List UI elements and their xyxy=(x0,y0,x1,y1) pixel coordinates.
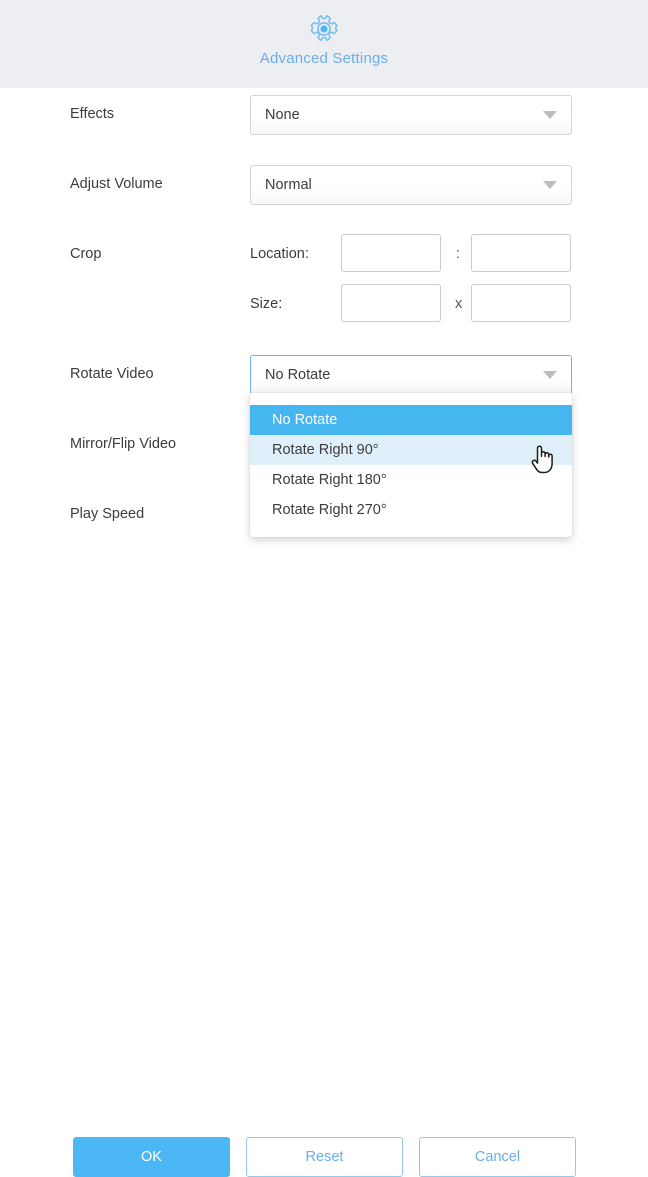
rotate-video-dropdown-panel[interactable]: No Rotate Rotate Right 90° Rotate Right … xyxy=(250,393,572,537)
dialog-header: Advanced Settings xyxy=(0,0,648,88)
crop-size-width-input[interactable] xyxy=(341,284,441,322)
adjust-volume-select[interactable]: Normal xyxy=(250,165,572,205)
row-effects: Effects None xyxy=(0,88,648,158)
gear-settings-icon xyxy=(310,15,338,41)
ok-button[interactable]: OK xyxy=(73,1137,230,1177)
rotate-video-select-value: No Rotate xyxy=(265,367,331,383)
crop-size-separator: x xyxy=(455,296,463,312)
label-crop-location: Location: xyxy=(250,246,309,262)
dropdown-option-rotate-right-180[interactable]: Rotate Right 180° xyxy=(250,465,572,495)
reset-button[interactable]: Reset xyxy=(246,1137,403,1177)
effects-select-value: None xyxy=(265,107,300,123)
dialog-footer: OK Reset Cancel xyxy=(0,558,648,1177)
label-crop: Crop xyxy=(70,246,102,262)
label-rotate-video: Rotate Video xyxy=(70,366,154,382)
row-crop: Crop Location: : Size: x xyxy=(0,228,648,348)
gear-center-dot xyxy=(320,25,328,33)
effects-select[interactable]: None xyxy=(250,95,572,135)
chevron-down-icon xyxy=(543,111,557,119)
page-title: Advanced Settings xyxy=(259,50,389,67)
label-mirror-flip-video: Mirror/Flip Video xyxy=(70,436,177,452)
label-adjust-volume: Adjust Volume xyxy=(70,176,163,192)
label-play-speed: Play Speed xyxy=(70,506,145,522)
dropdown-option-rotate-right-90[interactable]: Rotate Right 90° xyxy=(250,435,572,465)
dropdown-option-rotate-right-270[interactable]: Rotate Right 270° xyxy=(250,495,572,525)
dropdown-option-no-rotate[interactable]: No Rotate xyxy=(250,405,572,435)
cancel-button[interactable]: Cancel xyxy=(419,1137,576,1177)
row-adjust-volume: Adjust Volume Normal xyxy=(0,158,648,228)
chevron-down-icon xyxy=(543,181,557,189)
label-crop-size: Size: xyxy=(250,296,283,312)
chevron-down-icon xyxy=(543,371,557,379)
label-effects: Effects xyxy=(70,106,115,122)
rotate-video-select[interactable]: No Rotate xyxy=(250,355,572,395)
crop-location-separator: : xyxy=(456,246,461,262)
adjust-volume-select-value: Normal xyxy=(265,177,312,193)
crop-location-x-input[interactable] xyxy=(341,234,441,272)
crop-size-height-input[interactable] xyxy=(471,284,571,322)
crop-location-y-input[interactable] xyxy=(471,234,571,272)
